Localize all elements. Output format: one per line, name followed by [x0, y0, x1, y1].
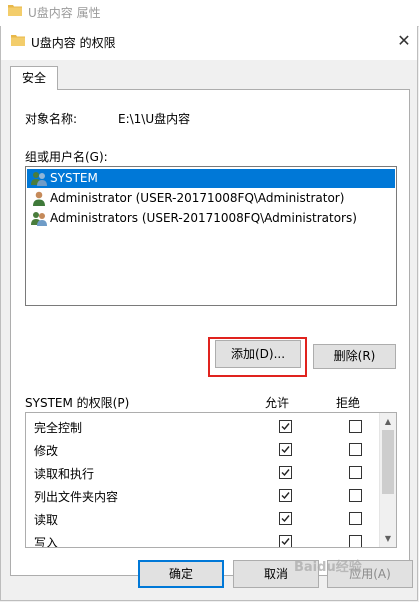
permission-name: 列出文件夹内容 [34, 490, 119, 504]
scroll-up-arrow-icon[interactable]: ▲ [380, 413, 396, 430]
list-item-administrator[interactable]: Administrator (USER-20171008FQ\Administr… [27, 189, 395, 208]
permission-row: 完全控制 [26, 415, 380, 438]
folder-icon [8, 5, 22, 16]
permission-name: 读取 [34, 513, 59, 527]
permission-name: 完全控制 [34, 421, 83, 435]
permission-row: 写入 [26, 530, 380, 548]
list-item-label: SYSTEM [50, 171, 98, 185]
permission-row: 读取 [26, 507, 380, 530]
close-icon: ✕ [397, 31, 411, 50]
ok-button[interactable]: 确定 [138, 560, 224, 588]
deny-checkbox[interactable] [349, 443, 362, 456]
permission-name: 读取和执行 [34, 467, 95, 481]
permission-row: 列出文件夹内容 [26, 484, 380, 507]
object-name-value: E:\1\U盘内容 [118, 112, 191, 126]
background-window-titlebar: U盘内容 属性 [0, 0, 419, 27]
list-item-label: Administrator (USER-20171008FQ\Administr… [50, 191, 345, 205]
group-users-icon [31, 172, 47, 186]
dialog-titlebar: U盘内容 的权限 ✕ [1, 26, 417, 60]
object-name-label: 对象名称: [25, 112, 78, 126]
background-window-title: U盘内容 属性 [28, 6, 101, 20]
allow-checkbox[interactable] [279, 443, 292, 456]
deny-checkbox[interactable] [349, 535, 362, 547]
permissions-dialog: U盘内容 的权限 ✕ 安全 对象名称: E:\1\U盘内容 组或用户名(G): … [0, 26, 418, 601]
scroll-down-arrow-icon[interactable]: ▼ [380, 530, 396, 547]
list-item-administrators[interactable]: Administrators (USER-20171008FQ\Administ… [27, 209, 395, 228]
permissions-scrollbar[interactable]: ▲ ▼ [379, 413, 396, 547]
list-item-system[interactable]: SYSTEM [27, 169, 395, 188]
allow-checkbox[interactable] [279, 420, 292, 433]
permissions-table: 完全控制修改读取和执行列出文件夹内容 读取写入 ▲ ▼ [25, 412, 397, 548]
tab-security-label: 安全 [21, 71, 46, 85]
allow-checkbox[interactable] [279, 535, 292, 547]
allow-checkbox[interactable] [279, 489, 292, 502]
close-button[interactable]: ✕ [393, 30, 415, 52]
permission-name: 修改 [34, 444, 59, 458]
user-icon [33, 191, 45, 206]
principals-list[interactable]: SYSTEM Administrator (USER-20171008FQ\Ad… [25, 166, 397, 306]
scroll-thumb[interactable] [382, 430, 394, 494]
deny-checkbox[interactable] [349, 489, 362, 502]
allow-checkbox[interactable] [279, 512, 292, 525]
deny-checkbox[interactable] [349, 420, 362, 433]
dialog-title: U盘内容 的权限 [31, 36, 116, 50]
deny-column-header: 拒绝 [336, 396, 361, 410]
group-users-label: 组或用户名(G): [25, 150, 108, 164]
permission-name: 写入 [34, 536, 59, 548]
folder-icon [11, 35, 25, 46]
tab-security[interactable]: 安全 [10, 66, 58, 90]
group-users-icon [31, 212, 47, 226]
apply-button[interactable]: 应用(A) [327, 560, 413, 588]
permissions-label: SYSTEM 的权限(P) [25, 396, 130, 410]
security-panel: 对象名称: E:\1\U盘内容 组或用户名(G): SYSTEM Adminis… [10, 89, 410, 576]
add-button[interactable]: 添加(D)... [215, 340, 301, 368]
allow-checkbox[interactable] [279, 466, 292, 479]
deny-checkbox[interactable] [349, 512, 362, 525]
permission-row: 读取和执行 [26, 461, 380, 484]
deny-checkbox[interactable] [349, 466, 362, 479]
remove-button[interactable]: 删除(R) [313, 344, 396, 369]
list-item-label: Administrators (USER-20171008FQ\Administ… [50, 211, 357, 225]
allow-column-header: 允许 [265, 396, 290, 410]
cancel-button[interactable]: 取消 [233, 560, 319, 588]
permission-row: 修改 [26, 438, 380, 461]
